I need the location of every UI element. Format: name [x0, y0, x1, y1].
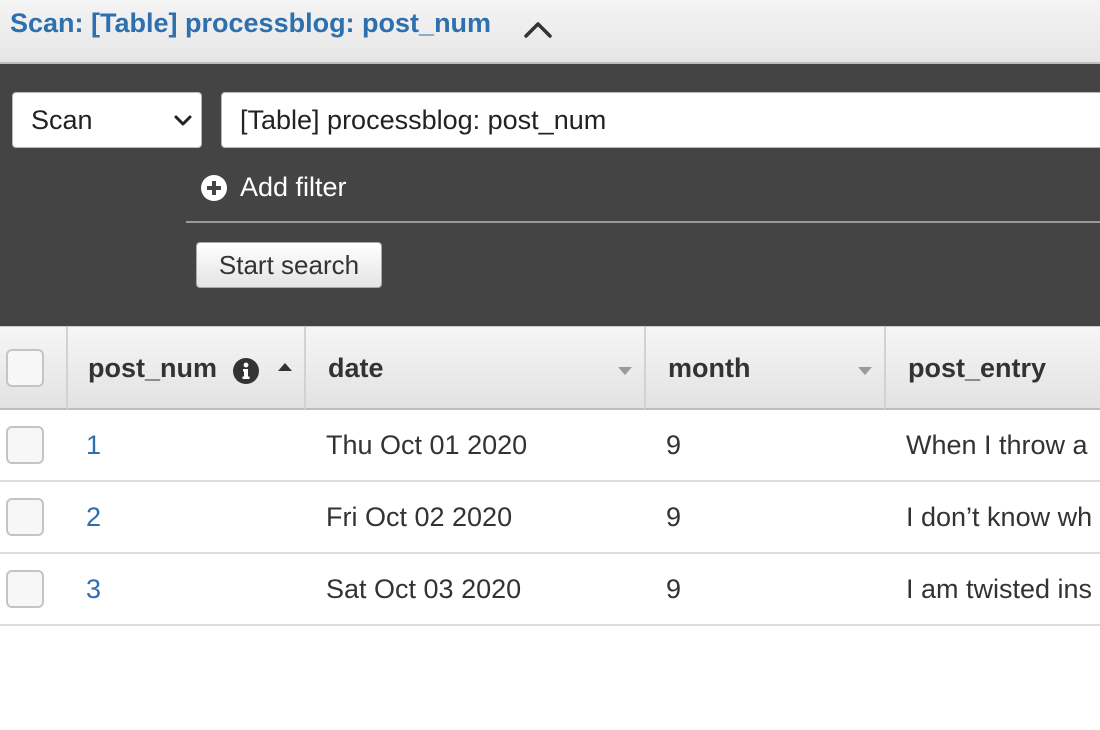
date-cell: Sat Oct 03 2020	[326, 574, 522, 604]
post-num-link[interactable]: 2	[86, 502, 101, 533]
row-checkbox[interactable]	[6, 426, 44, 464]
table-row[interactable]: 2 Fri Oct 02 2020 9 I don’t know wh	[0, 482, 1100, 554]
table-row[interactable]: 3 Sat Oct 03 2020 9 I am twisted ins	[0, 554, 1100, 626]
table-index-value: [Table] processblog: post_num	[240, 105, 607, 135]
post-entry-cell: I don’t know wh	[906, 502, 1093, 532]
page-title[interactable]: Scan: [Table] processblog: post_num	[10, 8, 491, 39]
table-header: post_num date month post_entry	[0, 326, 1100, 410]
divider	[186, 221, 1100, 223]
column-label: post_entry	[908, 353, 1047, 383]
column-label: month	[668, 353, 751, 383]
date-cell: Fri Oct 02 2020	[326, 502, 513, 532]
scan-mode-value: Scan	[31, 105, 93, 135]
column-label: post_num	[88, 353, 218, 383]
month-cell: 9	[666, 574, 682, 604]
table-index-select[interactable]: [Table] processblog: post_num	[221, 92, 1100, 148]
scan-mode-select[interactable]: Scan	[12, 92, 202, 148]
sort-ascending-icon	[278, 363, 292, 371]
column-header-post-entry[interactable]: post_entry	[886, 327, 1100, 409]
post-num-link[interactable]: 3	[86, 574, 101, 605]
column-header-month[interactable]: month	[646, 327, 884, 409]
column-header-post-num[interactable]: post_num	[68, 327, 304, 409]
select-all-checkbox[interactable]	[6, 349, 44, 387]
date-cell: Thu Oct 01 2020	[326, 430, 528, 460]
month-cell: 9	[666, 502, 682, 532]
table-row[interactable]: 1 Thu Oct 01 2020 9 When I throw a	[0, 410, 1100, 482]
sort-caret-icon	[858, 367, 872, 375]
header-bar: Scan: [Table] processblog: post_num	[0, 0, 1100, 64]
search-panel: Scan [Table] processblog: post_num Add f…	[0, 64, 1100, 326]
post-entry-cell: When I throw a	[906, 430, 1088, 460]
row-checkbox[interactable]	[6, 570, 44, 608]
info-icon[interactable]	[232, 357, 260, 385]
chevron-down-icon	[174, 115, 192, 126]
column-label: date	[328, 353, 384, 383]
add-filter-label: Add filter	[240, 172, 347, 202]
sort-caret-icon	[618, 367, 632, 375]
select-all-cell	[0, 327, 66, 409]
post-entry-cell: I am twisted ins	[906, 574, 1093, 604]
start-search-button[interactable]: Start search	[196, 242, 382, 288]
column-header-date[interactable]: date	[306, 327, 644, 409]
chevron-up-icon[interactable]	[522, 14, 554, 42]
post-num-link[interactable]: 1	[86, 430, 101, 461]
row-checkbox[interactable]	[6, 498, 44, 536]
month-cell: 9	[666, 430, 682, 460]
plus-circle-icon	[201, 175, 227, 201]
